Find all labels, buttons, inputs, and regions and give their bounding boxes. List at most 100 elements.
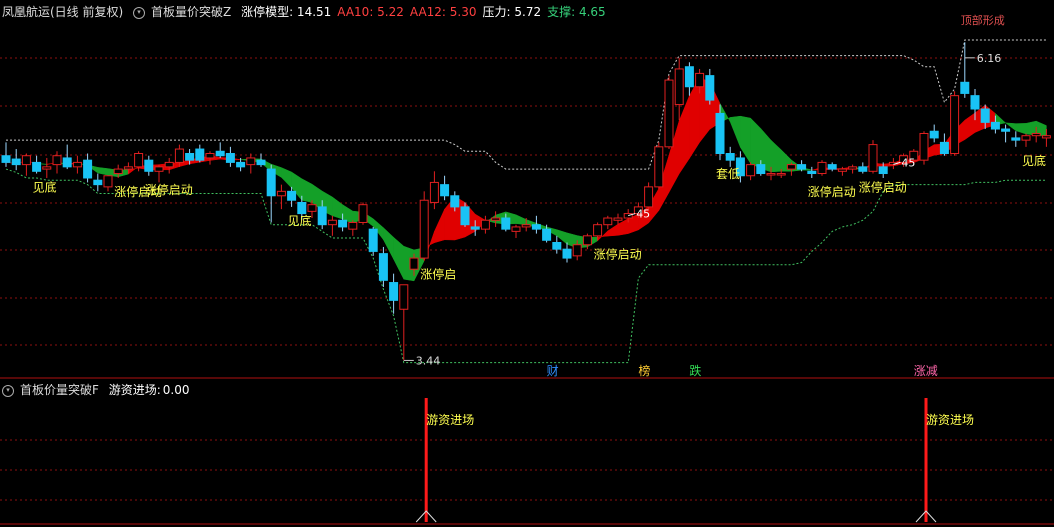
candle-body — [83, 159, 93, 179]
candle-body — [725, 153, 735, 161]
band-segment — [515, 214, 527, 225]
price-tag-label: 45 — [636, 208, 650, 221]
candle-body — [491, 217, 501, 221]
signal-label: 涨停启动 — [859, 180, 907, 195]
candle-body — [786, 164, 796, 170]
band-segment — [770, 139, 782, 173]
band-segment — [1015, 123, 1027, 135]
band-segment — [964, 112, 976, 141]
signal-label: 涨停启动 — [145, 182, 193, 197]
candle-body — [42, 166, 52, 170]
candle-body — [501, 217, 511, 230]
band-segment — [607, 223, 619, 237]
band-segment — [689, 76, 700, 160]
candle-body — [72, 161, 82, 168]
candle-body — [837, 168, 847, 172]
signal-labels: 6.163.44顶部形成4545见底 涨停启动涨停启动见底涨停启涨停启动套低涨停启… — [33, 13, 1046, 378]
candle-body — [756, 164, 766, 175]
candle-body — [256, 159, 266, 166]
candle-body — [970, 95, 980, 110]
candle-body — [174, 148, 184, 163]
candle-body — [603, 217, 613, 226]
band-segment — [729, 115, 741, 148]
candle-body — [797, 164, 807, 170]
signal-label: 见底 — [33, 180, 57, 195]
candle-body — [103, 175, 113, 188]
candle-body — [715, 112, 725, 154]
candle-body — [674, 68, 684, 106]
signal-label: 见底 — [1022, 153, 1046, 168]
candle-body — [990, 121, 1000, 130]
high-label: 6.16 — [977, 52, 1002, 65]
candle-body — [470, 226, 480, 230]
candle-body — [113, 168, 123, 175]
band-segment — [393, 236, 405, 280]
event-tag: 涨减 — [914, 363, 938, 378]
candle-body — [552, 242, 562, 250]
candle-body — [225, 153, 235, 163]
band-segment — [556, 229, 568, 245]
candle-body — [572, 244, 582, 257]
candle-body — [684, 66, 694, 88]
candle-body — [358, 204, 368, 223]
candle-body — [593, 224, 603, 237]
candle-body — [562, 248, 572, 259]
candle-body — [746, 164, 756, 177]
candle-body — [297, 201, 307, 215]
candle-body — [521, 224, 531, 228]
candle-body — [644, 186, 654, 208]
candle-body — [32, 161, 42, 172]
candle-body — [450, 195, 460, 208]
candle-body — [827, 164, 837, 170]
kline-chart[interactable]: 6.163.44顶部形成4545见底 涨停启动涨停启动见底涨停启涨停启动套低涨停启… — [0, 0, 1054, 527]
candle-body — [705, 75, 715, 101]
candle-body — [1021, 135, 1031, 141]
candle-body — [980, 108, 990, 123]
candle-body — [52, 155, 62, 166]
candle-body — [368, 228, 378, 252]
candle-body — [205, 153, 215, 159]
candle-body — [419, 199, 429, 259]
candle-body — [766, 173, 776, 176]
candle-body — [531, 224, 541, 230]
candle-body — [164, 161, 174, 168]
band-segment — [617, 218, 629, 236]
candle-body — [460, 206, 470, 226]
candle-body — [776, 173, 786, 176]
candle-body — [878, 166, 888, 175]
candle-body — [246, 157, 256, 166]
sub-chart: 游资进场 游资进场 — [415, 398, 974, 523]
candle-body — [327, 219, 337, 226]
candle-body — [848, 166, 858, 170]
candle-body — [399, 284, 409, 310]
candle-body — [960, 81, 970, 94]
candle-body — [542, 228, 552, 241]
grid-lines — [0, 57, 1054, 525]
candle-body — [1011, 137, 1021, 141]
candle-body — [185, 153, 195, 161]
candle-body — [317, 206, 327, 226]
candle-body — [11, 158, 21, 166]
candle-body — [215, 150, 225, 157]
candle-body — [154, 166, 164, 172]
band-segment — [281, 167, 292, 189]
candle-body — [440, 184, 450, 197]
band-segment — [332, 196, 343, 220]
band-segment — [740, 115, 751, 165]
candle-body — [511, 226, 521, 232]
signal-label: 涨停启动 — [808, 184, 856, 199]
candle-body — [195, 148, 205, 161]
candle-body — [409, 257, 419, 270]
candle-body — [389, 282, 399, 301]
candle-body — [929, 130, 939, 139]
event-tag: 榜 — [638, 363, 650, 378]
signal-bar-label: 游资进场 — [426, 413, 474, 427]
low-label: 3.44 — [416, 354, 441, 367]
signal-label: 见底 — [288, 213, 312, 228]
price-tag-label: 45 — [901, 156, 915, 169]
candle-body — [480, 219, 490, 230]
candle-body — [287, 190, 297, 201]
candle-body — [613, 217, 623, 221]
candle-body — [1031, 132, 1041, 137]
candle-body — [307, 204, 317, 212]
